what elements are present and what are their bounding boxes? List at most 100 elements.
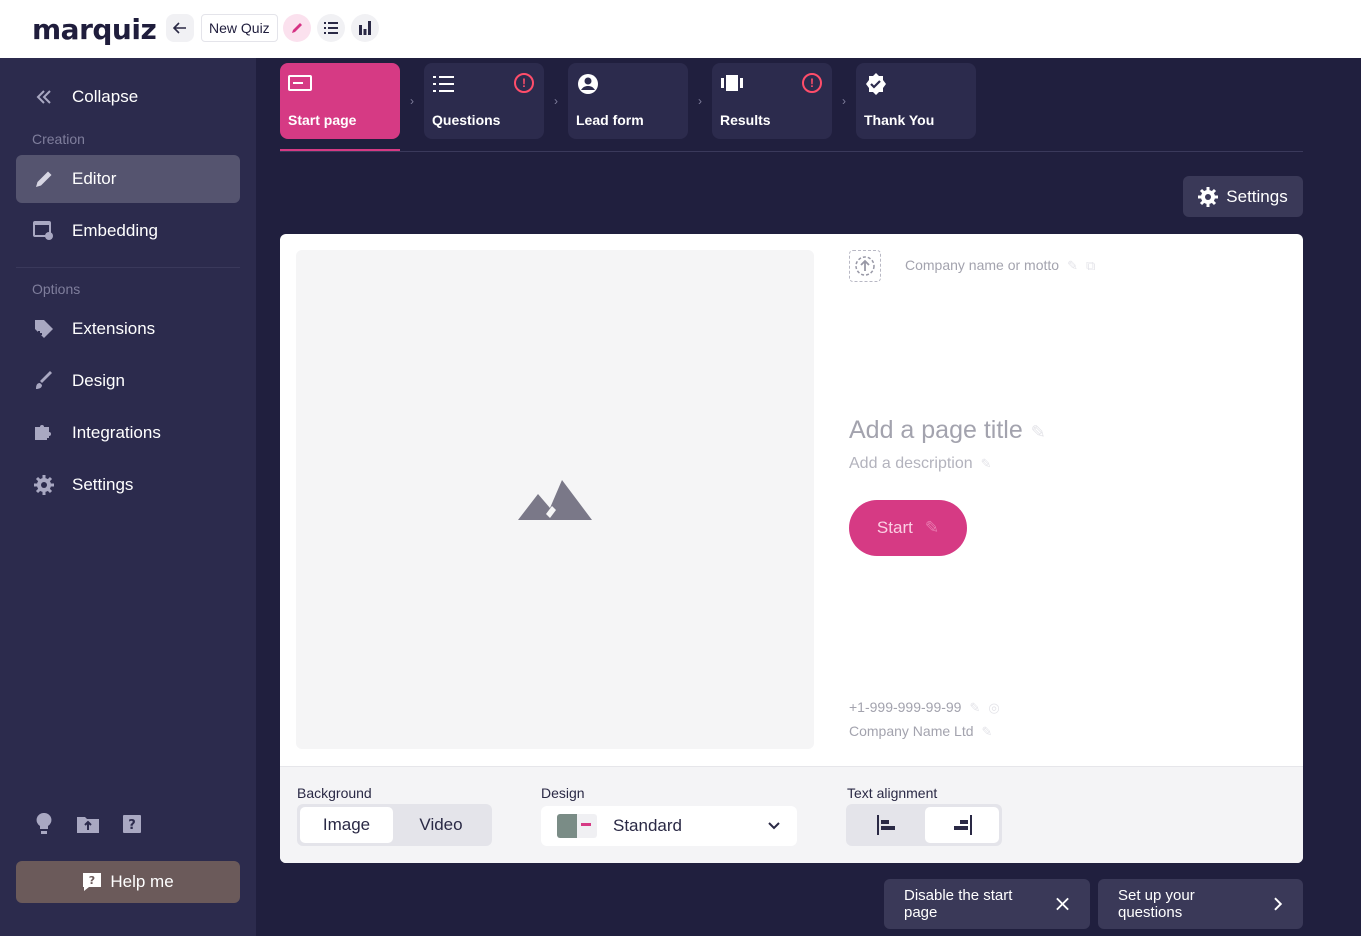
pencil-icon: ✎ — [969, 700, 981, 715]
sidebar-divider — [16, 267, 240, 268]
phone-field[interactable]: +1-999-999-99-99 ✎ ◎ — [849, 699, 1000, 716]
sidebar-item-label: Design — [72, 371, 125, 390]
quiz-name-field[interactable]: New Quiz — [201, 14, 278, 42]
pencil-icon — [292, 23, 302, 33]
sidebar-item-integrations[interactable]: Integrations — [16, 409, 240, 457]
sidebar-item-label: Settings — [72, 475, 134, 494]
brush-icon — [16, 371, 72, 391]
help-me-label: Help me — [110, 872, 174, 891]
user-circle-icon — [578, 74, 598, 94]
statistics-button[interactable] — [351, 14, 379, 42]
svg-text:?: ? — [89, 874, 95, 887]
align-right-icon — [954, 815, 972, 835]
start-page-icon — [288, 75, 312, 91]
list-icon — [324, 22, 338, 34]
start-button[interactable]: Start ✎ — [849, 500, 967, 556]
start-page-settings-button[interactable]: Settings — [1183, 176, 1303, 217]
help-me-button[interactable]: ? Help me — [16, 861, 240, 903]
media-upload-area[interactable] — [296, 250, 814, 749]
sidebar-item-embedding[interactable]: Embedding — [16, 207, 240, 255]
step-start-page[interactable]: Start page — [280, 63, 400, 139]
step-lead-form[interactable]: Lead form — [568, 63, 688, 139]
responses-button[interactable] — [317, 14, 345, 42]
collapse-label: Collapse — [72, 87, 139, 106]
chevron-down-icon — [768, 822, 780, 830]
start-button-label: Start — [876, 518, 913, 537]
sidebar-collapse[interactable]: Collapse — [16, 73, 240, 121]
sidebar-item-extensions[interactable]: Extensions — [16, 305, 240, 353]
background-option-image[interactable]: Image — [300, 807, 393, 843]
disable-start-page-label: Disable the start page — [904, 887, 1013, 921]
results-cards-icon — [721, 75, 743, 91]
active-step-indicator — [280, 149, 400, 151]
pencil-icon: ✎ — [924, 518, 940, 537]
warning-icon: ! — [514, 73, 534, 93]
step-label: Questions — [432, 112, 501, 128]
tag-plus-icon — [16, 318, 72, 340]
step-results[interactable]: ! Results — [712, 63, 832, 139]
background-toggle: Image Video — [297, 804, 492, 846]
set-up-questions-label: Set up your questions — [1118, 887, 1195, 921]
disable-start-page-button[interactable]: Disable the start page — [884, 879, 1090, 929]
sidebar-item-label: Embedding — [72, 221, 159, 240]
bar-chart-icon — [359, 21, 371, 35]
chevron-right-icon: › — [554, 94, 558, 108]
sidebar-item-design[interactable]: Design — [16, 357, 240, 405]
company-name-field[interactable]: Company Name Ltd ✎ — [849, 723, 992, 740]
top-bar: marquiz New Quiz — [0, 0, 1361, 58]
company-motto-field[interactable]: Company name or motto ✎ ⧉ — [905, 257, 1095, 274]
upload-circle-icon — [855, 256, 875, 276]
help-chat-icon: ? — [83, 873, 102, 891]
page-title-field[interactable]: Add a page title ✎ — [849, 416, 1046, 445]
list-icon — [433, 76, 454, 92]
description-text: Add a description — [849, 455, 973, 472]
pencil-icon — [16, 169, 72, 189]
quiz-steps-nav: Start page › ! Questions › Lead form › !… — [280, 63, 976, 139]
align-left-button[interactable] — [849, 807, 925, 843]
step-questions[interactable]: ! Questions — [424, 63, 544, 139]
gear-icon — [1198, 186, 1219, 207]
design-value: Standard — [613, 816, 682, 835]
lightbulb-icon[interactable] — [32, 812, 56, 836]
step-thank-you[interactable]: Thank You — [856, 63, 976, 139]
sidebar-item-label: Integrations — [72, 423, 161, 442]
verified-badge-icon — [866, 73, 886, 95]
set-up-questions-button[interactable]: Set up your questions — [1098, 879, 1303, 929]
step-label: Start page — [288, 112, 357, 128]
question-box-icon[interactable]: ? — [120, 812, 144, 836]
align-left-icon — [877, 815, 895, 835]
sidebar-utility-icons: ? — [32, 812, 144, 836]
card-footer: Background Image Video Design Standard T… — [280, 766, 1303, 863]
chevron-right-icon: › — [410, 94, 414, 108]
text-alignment-label: Text alignment — [847, 785, 938, 801]
background-label: Background — [297, 785, 372, 801]
puzzle-plus-icon — [16, 422, 72, 444]
back-button[interactable] — [166, 14, 194, 42]
sidebar-item-label: Editor — [72, 169, 117, 188]
svg-text:?: ? — [128, 818, 136, 833]
chevron-right-icon — [1274, 897, 1283, 911]
link-icon: ⧉ — [1085, 258, 1096, 273]
pencil-icon: ✎ — [980, 456, 992, 471]
text-alignment-toggle — [846, 804, 1002, 846]
design-thumbnail — [557, 814, 597, 838]
background-option-video[interactable]: Video — [393, 807, 489, 843]
section-creation: Creation — [32, 131, 85, 147]
company-motto-text: Company name or motto — [905, 257, 1060, 273]
logo-upload[interactable] — [849, 250, 881, 282]
description-field[interactable]: Add a description ✎ — [849, 455, 992, 473]
gear-icon — [16, 475, 72, 495]
pencil-icon: ✎ — [981, 724, 993, 739]
sidebar: Collapse Creation Editor Embedding Optio… — [0, 58, 256, 936]
sidebar-item-settings[interactable]: Settings — [16, 461, 240, 509]
folder-upload-icon[interactable] — [76, 812, 100, 836]
settings-label: Settings — [1226, 186, 1288, 206]
pencil-icon: ✎ — [1067, 258, 1078, 273]
marquiz-logo[interactable]: marquiz — [32, 13, 157, 46]
sidebar-item-editor[interactable]: Editor — [16, 155, 240, 203]
editor-mode-button[interactable] — [283, 14, 311, 42]
align-right-button[interactable] — [925, 807, 999, 843]
step-label: Lead form — [576, 112, 644, 128]
phone-text: +1-999-999-99-99 — [849, 699, 962, 715]
design-select[interactable]: Standard — [541, 806, 797, 846]
